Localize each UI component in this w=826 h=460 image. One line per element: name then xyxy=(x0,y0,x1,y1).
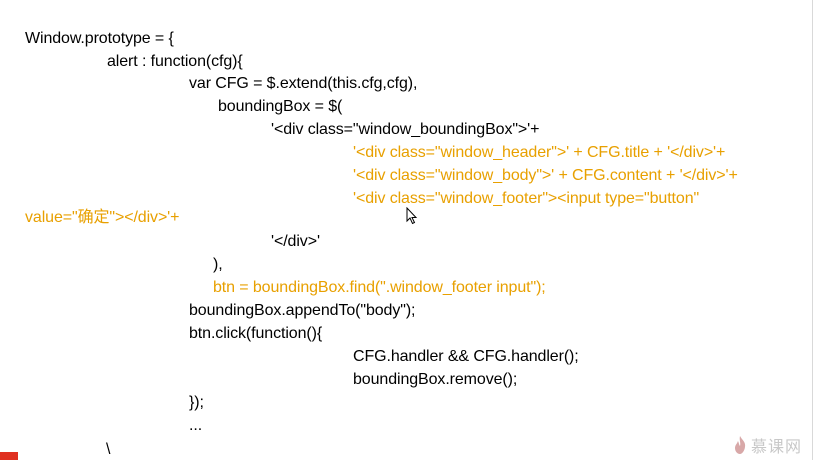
flame-logo-icon xyxy=(735,436,746,454)
code-line: Window.prototype = { xyxy=(25,30,174,47)
mouse-cursor-icon xyxy=(406,207,418,225)
code-line: alert : function(cfg){ xyxy=(107,53,243,70)
code-line-highlight: '<div class="window_body">' + CFG.conten… xyxy=(353,167,738,184)
code-line: boundingBox = $( xyxy=(218,98,343,115)
code-line-highlight: btn = boundingBox.find(".window_footer i… xyxy=(213,279,546,296)
code-line: ), xyxy=(213,256,223,273)
code-line: boundingBox.remove(); xyxy=(353,371,518,388)
code-line: CFG.handler && CFG.handler(); xyxy=(353,348,579,365)
watermark: 慕课网 xyxy=(733,434,802,456)
watermark-text: 慕课网 xyxy=(751,439,803,456)
code-line: '</div>' xyxy=(271,233,320,250)
code-line-highlight: '<div class="window_header">' + CFG.titl… xyxy=(353,144,726,161)
code-line-highlight: '<div class="window_footer"><input type=… xyxy=(353,190,700,207)
code-line: ... xyxy=(189,417,203,434)
code-line: btn.click(function(){ xyxy=(189,325,323,342)
code-line: boundingBox.appendTo("body"); xyxy=(189,302,416,319)
slide-edge-divider xyxy=(812,0,813,460)
code-line: }); xyxy=(189,394,204,411)
progress-marker xyxy=(0,452,18,460)
code-line-highlight: value="确定"></div>'+ xyxy=(25,209,180,226)
code-line: '<div class="window_boundingBox">'+ xyxy=(271,121,540,138)
code-line: var CFG = $.extend(this.cfg,cfg), xyxy=(189,75,418,92)
code-line: \ xyxy=(106,441,111,458)
code-slide: Window.prototype = { alert : function(cf… xyxy=(0,0,826,460)
